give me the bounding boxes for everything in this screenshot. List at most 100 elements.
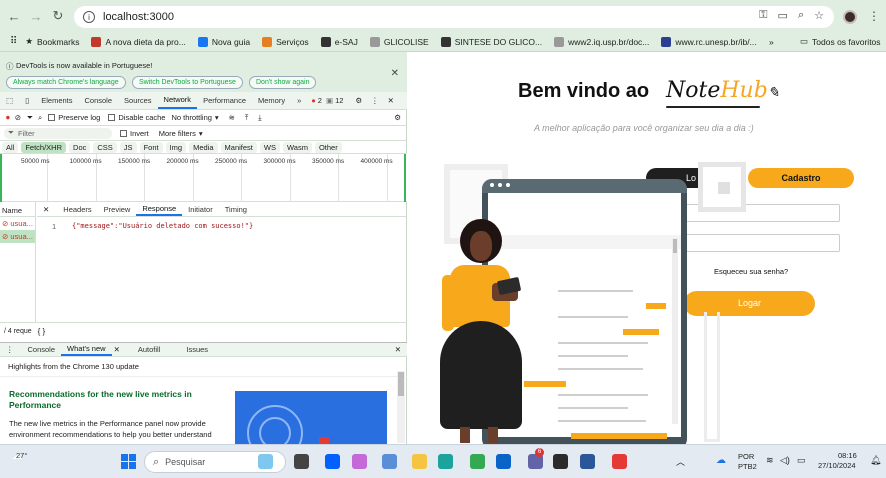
all-favorites[interactable]: ▭ Todos os favoritos — [800, 36, 881, 47]
word-icon[interactable] — [580, 454, 595, 469]
throttling-select[interactable]: No throttling — [171, 113, 211, 122]
drawer-tab-whats-new[interactable]: What's new — [61, 343, 112, 356]
type-filter-fetchxhr[interactable]: Fetch/XHR — [21, 141, 67, 153]
more-filters-button[interactable]: More filters — [159, 129, 196, 138]
network-timeline[interactable]: 50000 ms 100000 ms 150000 ms 200000 ms 25000… — [0, 154, 407, 202]
upload-icon[interactable]: ⤒ — [245, 113, 248, 123]
match-language-button[interactable]: Always match Chrome's language — [6, 76, 126, 89]
more-tabs-icon[interactable]: » — [291, 92, 307, 109]
more-filters-chevron-icon[interactable]: ▾ — [199, 129, 203, 138]
chrome-icon[interactable] — [470, 454, 485, 469]
close-devtools-icon[interactable]: ✕ — [388, 96, 394, 105]
close-drawer-icon[interactable]: ✕ — [395, 345, 401, 354]
drawer-tab-autofill[interactable]: Autofill — [132, 343, 167, 356]
photos-icon[interactable] — [382, 454, 397, 469]
download-icon[interactable]: ⤓ — [258, 113, 261, 123]
tray-onedrive-icon[interactable]: ☁ — [716, 455, 726, 466]
devtools-menu-icon[interactable]: ⋮ — [371, 96, 379, 105]
file-explorer-icon[interactable] — [412, 454, 427, 469]
tab-headers[interactable]: Headers — [57, 202, 97, 216]
close-icon[interactable]: ✕ — [391, 68, 399, 79]
type-filter-ws[interactable]: WS — [259, 141, 280, 153]
weather-temp[interactable]: 27° — [16, 451, 27, 460]
type-filter-js[interactable]: JS — [119, 141, 137, 153]
drawer-menu-icon[interactable]: ⋮ — [6, 345, 14, 354]
network-settings-icon[interactable]: ⚙ — [394, 113, 401, 122]
bookmark-item[interactable]: www.rc.unesp.br/ib/... — [661, 36, 757, 47]
type-filter-img[interactable]: Img — [165, 141, 187, 153]
dont-show-button[interactable]: Don't show again — [249, 76, 317, 89]
address-bar[interactable]: i localhost:3000 ⚿ ▭ ⌕ ☆ — [74, 6, 834, 28]
clock-time[interactable]: 08:16 — [838, 451, 857, 460]
profile-avatar[interactable] — [843, 10, 857, 24]
dropbox-icon[interactable] — [325, 454, 340, 469]
record-icon[interactable]: ⏺ — [6, 113, 10, 123]
tab-console[interactable]: Console — [79, 92, 119, 109]
switch-language-button[interactable]: Switch DevTools to Portuguese — [132, 76, 243, 89]
warning-count-icon[interactable]: ▣ — [326, 96, 333, 105]
windows-start-icon[interactable] — [121, 454, 136, 469]
request-row-selected[interactable]: ⊘ usua... — [0, 230, 35, 243]
volume-icon[interactable]: ◁) — [780, 455, 790, 466]
tab-memory[interactable]: Memory — [252, 92, 291, 109]
more-bookmarks-icon[interactable]: » — [769, 37, 774, 47]
page-scrollbar[interactable] — [672, 238, 678, 424]
snipping-tool-icon[interactable] — [612, 454, 627, 469]
bookmark-item[interactable]: www2.iq.usp.br/doc... — [554, 36, 649, 47]
drawer-scrollbar[interactable] — [397, 371, 405, 443]
clear-icon[interactable]: ⊘ — [15, 113, 21, 122]
bookmark-item[interactable]: GLICOLISE — [369, 36, 429, 47]
search-icon[interactable]: ⌕ — [38, 113, 42, 123]
signup-tab-button[interactable]: Cadastro — [748, 168, 854, 188]
bookmark-star-icon[interactable]: ☆ — [814, 9, 824, 22]
type-filter-all[interactable]: All — [2, 141, 19, 153]
wps-icon[interactable] — [553, 454, 568, 469]
preserve-log-checkbox[interactable] — [48, 114, 56, 121]
throttling-chevron-icon[interactable]: ▾ — [215, 113, 219, 122]
bookmark-item[interactable]: SINTESE DO GLICO... — [440, 36, 542, 47]
request-row[interactable]: ⊘ usua... — [0, 217, 35, 230]
tab-performance[interactable]: Performance — [197, 92, 252, 109]
wifi-icon[interactable]: ≋ — [766, 455, 774, 466]
task-view-icon[interactable] — [294, 454, 309, 469]
tray-chevron-icon[interactable]: ︿ — [676, 455, 685, 468]
bookmarks-folder[interactable]: ★ Bookmarks — [25, 36, 79, 47]
clock-date[interactable]: 27/10/2024 — [818, 461, 856, 470]
bookmark-item[interactable]: A nova dieta da pro... — [91, 36, 186, 47]
tab-elements[interactable]: Elements — [35, 92, 78, 109]
tab-sources[interactable]: Sources — [118, 92, 158, 109]
type-filter-font[interactable]: Font — [139, 141, 163, 153]
type-filter-media[interactable]: Media — [189, 141, 218, 153]
password-key-icon[interactable]: ⚿ — [759, 9, 767, 22]
bookmark-item[interactable]: Serviços — [262, 36, 309, 47]
article-title[interactable]: Recommendations for the new live metrics… — [9, 389, 219, 411]
battery-icon[interactable]: ▭ — [797, 455, 806, 466]
error-count-icon[interactable]: ● — [311, 96, 316, 105]
settings-gear-icon[interactable]: ⚙ — [355, 96, 362, 105]
filter-funnel-icon[interactable]: ⏷ — [27, 113, 33, 123]
wifi-conditions-icon[interactable]: ≋ — [229, 113, 235, 122]
apps-grid-icon[interactable]: ⠿ — [10, 36, 17, 47]
inspect-icon[interactable]: ⬚ — [0, 92, 19, 109]
type-filter-doc[interactable]: Doc — [69, 141, 91, 153]
input-layout[interactable]: PTB2 — [738, 462, 757, 471]
close-detail-icon[interactable]: ✕ — [43, 205, 49, 214]
tab-network[interactable]: Network — [157, 92, 198, 109]
response-body[interactable]: {"message":"Usuário deletado com sucesso… — [72, 222, 253, 230]
copilot-icon[interactable] — [352, 454, 367, 469]
tab-initiator[interactable]: Initiator — [182, 202, 219, 216]
paint-icon[interactable] — [258, 454, 273, 469]
kebab-menu-icon[interactable]: ⋮ — [868, 9, 880, 23]
disable-cache-checkbox[interactable] — [108, 114, 116, 121]
tab-timing[interactable]: Timing — [219, 202, 253, 216]
cast-icon[interactable]: ▭ — [778, 9, 788, 22]
format-braces-icon[interactable]: { } — [38, 327, 46, 336]
back-icon[interactable]: ← — [6, 8, 22, 24]
url-text[interactable]: localhost:3000 — [103, 11, 174, 23]
name-column-header[interactable]: Name — [0, 202, 35, 217]
type-filter-other[interactable]: Other — [314, 141, 342, 153]
type-filter-css[interactable]: CSS — [93, 141, 117, 153]
tab-preview[interactable]: Preview — [98, 202, 137, 216]
edge-icon[interactable] — [438, 454, 453, 469]
drawer-tab-issues[interactable]: Issues — [180, 343, 214, 356]
